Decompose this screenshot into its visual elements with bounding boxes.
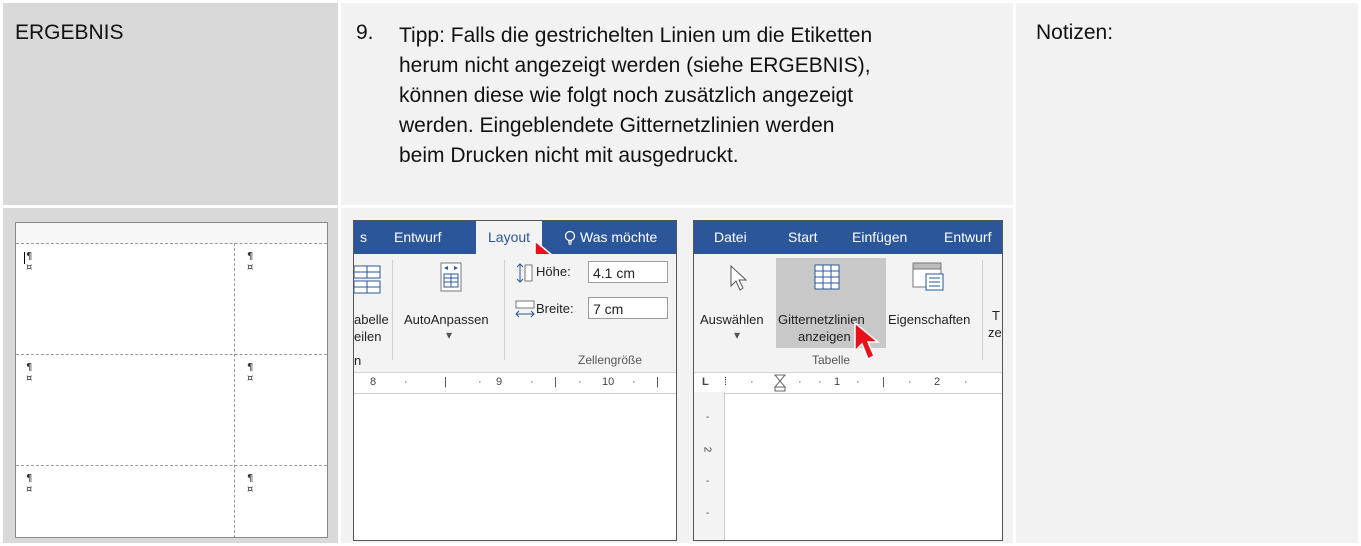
- pilcrow-mark: ¶: [26, 473, 33, 484]
- tab-entwurf[interactable]: Entwurf: [944, 221, 991, 254]
- ruler-number: 2: [701, 446, 713, 453]
- cell-end-mark: ¤: [247, 373, 254, 384]
- tab-entwurf[interactable]: Entwurf: [394, 221, 441, 254]
- cell-end-mark: ¤: [26, 484, 33, 495]
- cell-end-mark: ¤: [26, 262, 33, 273]
- tip-text: Tipp: Falls die gestrichelten Linien um …: [399, 21, 969, 171]
- chevron-down-icon: ▾: [734, 328, 741, 342]
- group-separator: [982, 260, 983, 360]
- cell-end-mark: ¤: [247, 262, 254, 273]
- tab-partial[interactable]: s: [360, 221, 367, 254]
- tab-datei[interactable]: Datei: [714, 221, 747, 254]
- partial-button-label: T: [992, 308, 1000, 323]
- properties-button[interactable]: Eigenschaften: [888, 258, 978, 348]
- width-input[interactable]: 7 cm: [588, 297, 668, 319]
- indent-marker-icon[interactable]: [774, 374, 786, 392]
- group-label-zellengroesse: Zellengröße: [578, 353, 643, 367]
- pilcrow-mark: ¶: [247, 251, 254, 262]
- horizontal-ruler[interactable]: 8 · | · 9 · | · 10 · |: [354, 373, 676, 394]
- column-width-icon: [515, 300, 535, 318]
- chevron-down-icon: ▾: [446, 328, 453, 342]
- ruler-number: 10: [602, 376, 615, 388]
- tell-me-box[interactable]: Was möchte: [564, 221, 657, 254]
- tip-line: werden. Eingeblendete Gitternetzlinien w…: [399, 114, 835, 137]
- notes-label: Notizen:: [1036, 21, 1114, 44]
- height-label: Höhe:: [536, 264, 571, 279]
- gridlines-ribbon-screenshot: Datei Start Einfügen Entwurf Auswählen ▾: [693, 220, 1003, 541]
- ruler-number: 9: [496, 376, 503, 388]
- label-gridline-horizontal: [16, 465, 327, 466]
- result-header-cell: ERGEBNIS: [3, 3, 338, 205]
- cell-end-mark: ¤: [26, 373, 33, 384]
- ribbon-tab-bar: s Entwurf Layout Was möchte: [354, 221, 676, 254]
- notes-cell: Notizen:: [1016, 3, 1358, 543]
- label-gridline-horizontal: [16, 354, 327, 355]
- partial-group-label: n: [354, 353, 362, 368]
- ribbon-body: abelle eilen n AutoAnpassen ▾ Höhe: 4.1 …: [354, 254, 676, 373]
- ribbon-images-cell: s Entwurf Layout Was möchte abelle eilen…: [341, 208, 1013, 543]
- text-cursor: [24, 252, 25, 264]
- ruler-number: 1: [834, 376, 841, 388]
- label-sheet-preview: ¶ ¤ ¶ ¤ ¶ ¤ ¶ ¤ ¶ ¤ ¶ ¤: [15, 222, 328, 538]
- table-insert-icon: [354, 265, 381, 294]
- group-separator: [392, 260, 393, 360]
- tab-stop-selector[interactable]: L: [702, 376, 709, 388]
- autofit-button[interactable]: AutoAnpassen ▾: [402, 258, 500, 348]
- cursor-arrow-icon: [730, 264, 748, 291]
- tab-start[interactable]: Start: [788, 221, 818, 254]
- ribbon-tab-bar: Datei Start Einfügen Entwurf: [694, 221, 1002, 254]
- table-gridlines-icon: [814, 264, 840, 290]
- height-input[interactable]: 4.1 cm: [588, 261, 668, 283]
- pilcrow-mark: ¶: [26, 251, 33, 262]
- group-separator: [504, 260, 505, 360]
- width-label: Breite:: [536, 301, 574, 316]
- tab-einfuegen[interactable]: Einfügen: [852, 221, 907, 254]
- cell-end-mark: ¤: [247, 484, 254, 495]
- select-label: Auswählen: [700, 312, 764, 327]
- tip-line: Tipp: Falls die gestrichelten Linien um …: [399, 24, 873, 47]
- vertical-ruler[interactable]: - 2 - -: [694, 392, 725, 540]
- row-height-icon: [516, 263, 533, 283]
- layout-ribbon-screenshot: s Entwurf Layout Was möchte abelle eilen…: [353, 220, 677, 541]
- partial-button-label: eilen: [354, 329, 382, 344]
- group-label-tabelle: Tabelle: [812, 353, 851, 367]
- ruler-number: 8: [370, 376, 377, 388]
- autofit-label: AutoAnpassen: [404, 312, 489, 327]
- autofit-icon: [440, 262, 462, 292]
- result-image-cell: ¶ ¤ ¶ ¤ ¶ ¤ ¶ ¤ ¶ ¤ ¶ ¤: [3, 208, 338, 543]
- tip-line: herum nicht angezeigt werden (siehe ERGE…: [399, 54, 871, 77]
- label-gridline-vertical: [234, 243, 235, 537]
- page-top-margin: [16, 223, 327, 244]
- pilcrow-mark: ¶: [26, 362, 33, 373]
- pilcrow-mark: ¶: [247, 362, 254, 373]
- tip-line: beim Drucken nicht mit ausgedruckt.: [399, 144, 739, 167]
- gridlines-label-line2: anzeigen: [798, 329, 851, 344]
- properties-label: Eigenschaften: [888, 312, 971, 327]
- horizontal-ruler[interactable]: L ⁞ · · · 1 · | · 2 ·: [694, 373, 1002, 394]
- result-label: ERGEBNIS: [15, 21, 124, 44]
- table-properties-icon: [912, 262, 944, 291]
- tip-line: können diese wie folgt noch zusätzlich a…: [399, 84, 854, 107]
- select-button[interactable]: Auswählen ▾: [700, 258, 776, 348]
- ribbon-body: Auswählen ▾ Gitternetzlinien anzeigen Ei…: [694, 254, 1002, 373]
- pilcrow-mark: ¶: [247, 473, 254, 484]
- tip-cell: 9. Tipp: Falls die gestrichelten Linien …: [341, 3, 1013, 205]
- pointer-arrow-icon: [854, 321, 881, 361]
- tell-me-text: Was möchte: [580, 229, 658, 245]
- step-number: 9.: [356, 21, 374, 44]
- partial-button-label: ze: [988, 325, 1002, 340]
- partial-button-label: abelle: [354, 312, 389, 327]
- ruler-number: 2: [934, 376, 941, 388]
